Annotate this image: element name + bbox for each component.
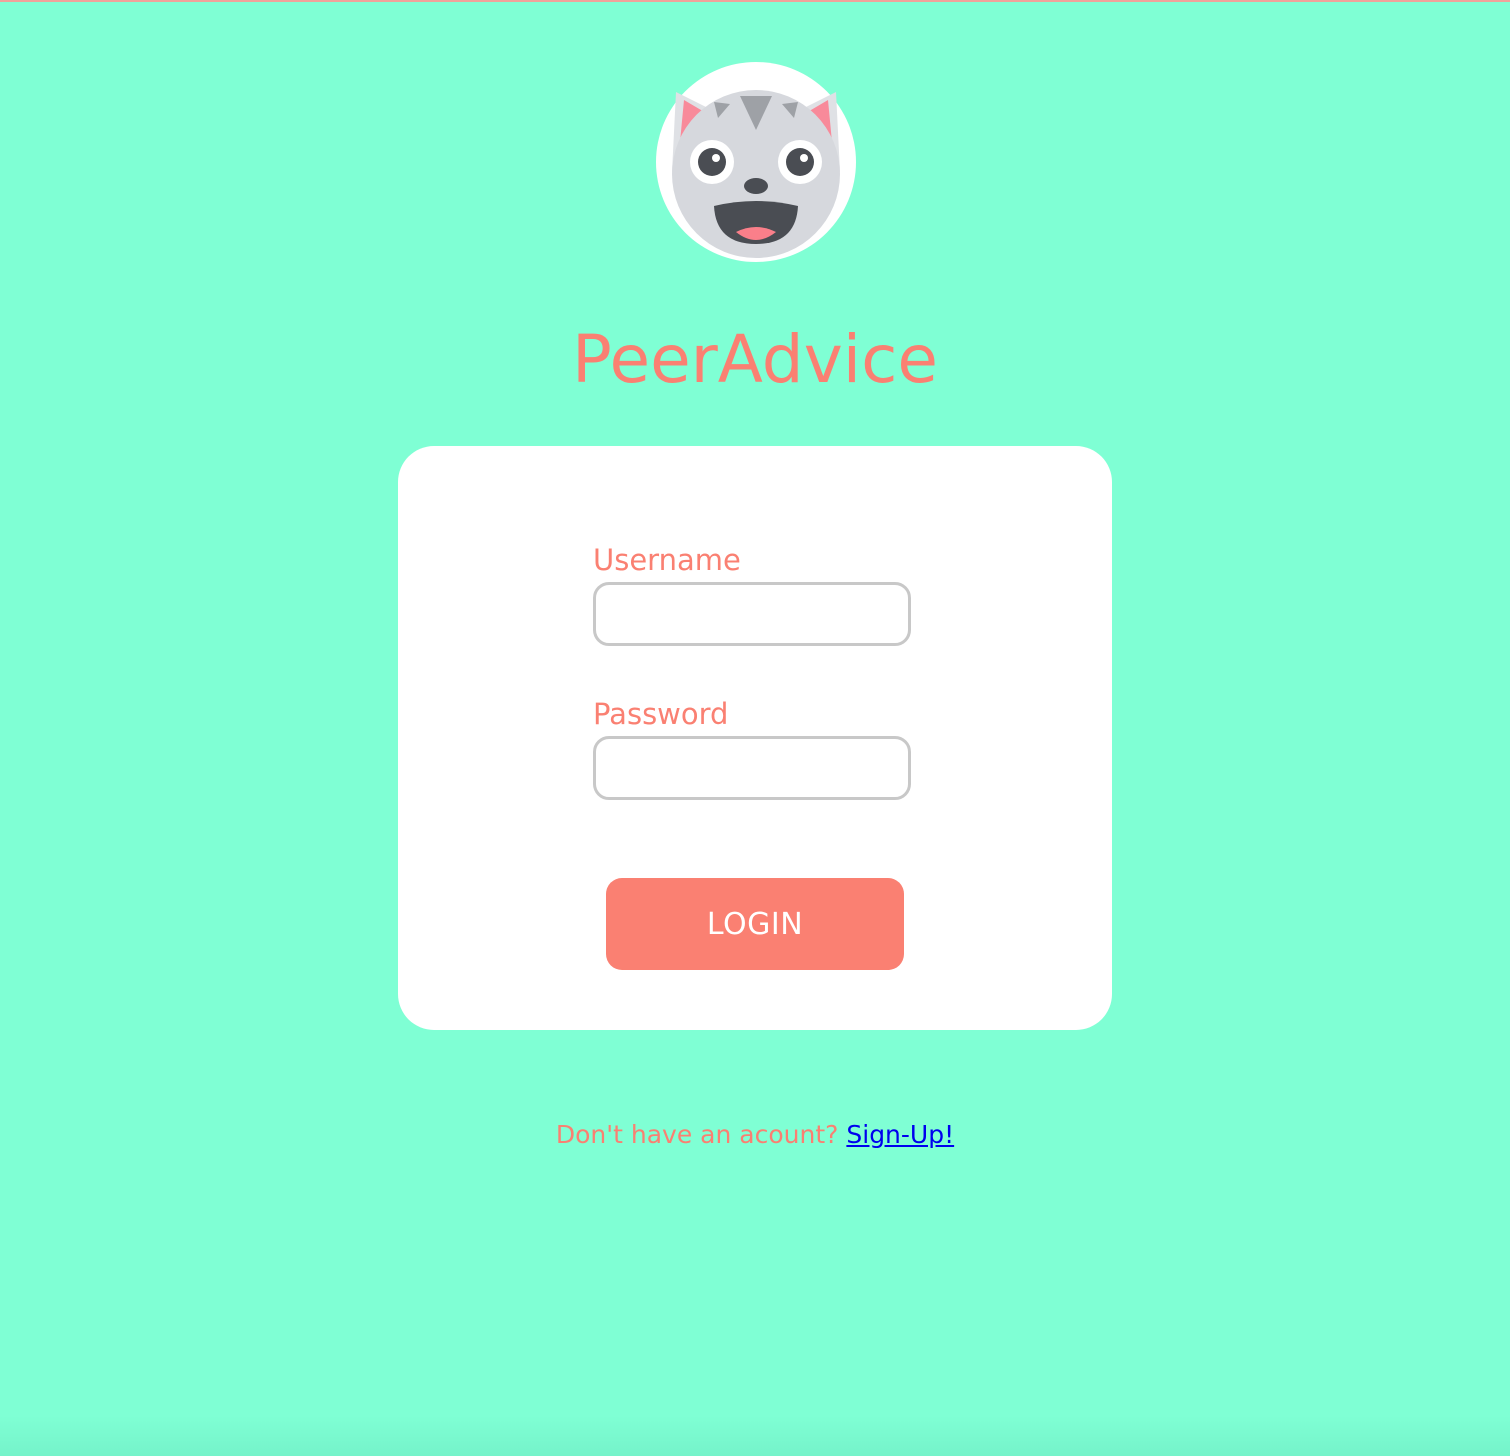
signup-prompt-text: Don't have an acount? bbox=[555, 1120, 839, 1149]
bottom-shadow bbox=[0, 1416, 1510, 1456]
login-card: Username Password LOGIN bbox=[398, 446, 1112, 1030]
username-input[interactable] bbox=[593, 582, 911, 646]
password-label: Password bbox=[593, 697, 729, 731]
signup-link[interactable]: Sign-Up! bbox=[846, 1120, 954, 1149]
username-label: Username bbox=[593, 543, 741, 577]
signup-prompt-row: Don't have an acount? Sign-Up! bbox=[0, 1117, 1510, 1153]
cat-face-icon bbox=[656, 62, 856, 262]
app-title: PeerAdvice bbox=[572, 321, 938, 398]
login-button[interactable]: LOGIN bbox=[606, 878, 904, 970]
password-input[interactable] bbox=[593, 736, 911, 800]
top-border-line bbox=[0, 0, 1510, 2]
